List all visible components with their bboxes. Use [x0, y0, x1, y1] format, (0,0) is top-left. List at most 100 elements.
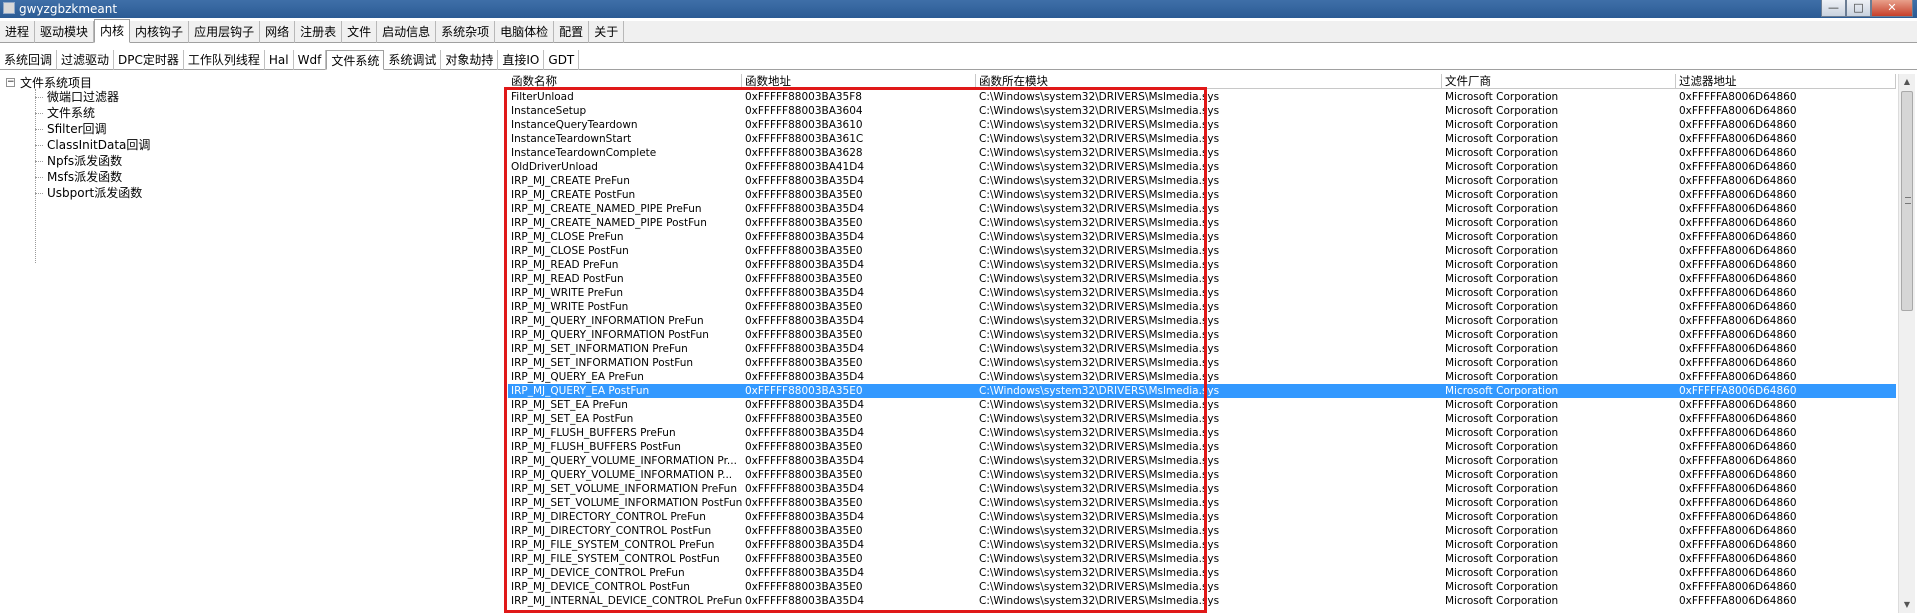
- table-cell: 0xFFFFFA8006D64860: [1679, 189, 1797, 201]
- table-row[interactable]: IRP_MJ_INTERNAL_DEVICE_CONTROL PreFun 0xF…: [508, 594, 1896, 608]
- column-header[interactable]: 函数名称: [508, 74, 742, 89]
- table-row[interactable]: IRP_MJ_DEVICE_CONTROL PostFun 0xFFFFF8800…: [508, 580, 1896, 594]
- table-row[interactable]: InstanceSetup 0xFFFFF88003BA3604 C:\Window…: [508, 104, 1896, 118]
- tree-expander-icon[interactable]: −: [6, 77, 15, 87]
- minimize-icon[interactable]: —: [1821, 0, 1846, 17]
- column-header[interactable]: 函数所在模块: [976, 74, 1442, 89]
- table-row[interactable]: IRP_MJ_DEVICE_CONTROL PreFun 0xFFFFF88003…: [508, 566, 1896, 580]
- tree-item[interactable]: Npfs派发函数: [35, 153, 122, 169]
- table-row[interactable]: IRP_MJ_FLUSH_BUFFERS PreFun 0xFFFFF88003B…: [508, 426, 1896, 440]
- table-row[interactable]: OldDriverUnload 0xFFFFF88003BA41D4 C:\Wind…: [508, 160, 1896, 174]
- sub-tab[interactable]: 文件系统: [326, 50, 385, 70]
- table-cell: IRP_MJ_SET_INFORMATION PreFun: [511, 343, 688, 355]
- tree-item[interactable]: Msfs派发函数: [35, 169, 122, 185]
- table-row[interactable]: IRP_MJ_FILE_SYSTEM_CONTROL PreFun 0xFFFFF…: [508, 538, 1896, 552]
- table-row[interactable]: IRP_MJ_QUERY_INFORMATION PostFun 0xFFFFF8…: [508, 328, 1896, 342]
- tree-item[interactable]: ClassInitData回调: [35, 137, 150, 153]
- table-cell: 0xFFFFF88003BA35D4: [745, 203, 865, 215]
- sub-tab[interactable]: GDT: [544, 50, 580, 70]
- close-icon[interactable]: ✕: [1871, 0, 1913, 17]
- table-cell: Microsoft Corporation: [1445, 175, 1559, 187]
- main-tab[interactable]: 应用层钩子: [189, 21, 261, 43]
- table-row[interactable]: IRP_MJ_SET_VOLUME_INFORMATION PreFun 0xFF…: [508, 482, 1896, 496]
- tree-root[interactable]: − 文件系统项目: [6, 75, 92, 90]
- main-tab[interactable]: 启动信息: [377, 21, 437, 43]
- sub-tab[interactable]: 工作队列线程: [184, 50, 265, 70]
- scrollbar-thumb[interactable]: [1901, 91, 1913, 311]
- table-cell: 0xFFFFF88003BA35D4: [745, 175, 865, 187]
- table-row[interactable]: IRP_MJ_WRITE PostFun 0xFFFFF88003BA35E0 C:…: [508, 300, 1896, 314]
- table-row[interactable]: IRP_MJ_SET_EA PostFun 0xFFFFF88003BA35E0 C…: [508, 412, 1896, 426]
- table-row[interactable]: IRP_MJ_FILE_SYSTEM_CONTROL PostFun 0xFFFF…: [508, 552, 1896, 566]
- main-tab[interactable]: 配置: [554, 21, 590, 43]
- table-cell: IRP_MJ_DIRECTORY_CONTROL PostFun: [511, 525, 712, 537]
- table-row[interactable]: IRP_MJ_SET_INFORMATION PostFun 0xFFFFF880…: [508, 356, 1896, 370]
- table-row[interactable]: IRP_MJ_CREATE PreFun 0xFFFFF88003BA35D4 C:…: [508, 174, 1896, 188]
- tree-item[interactable]: Sfilter回调: [35, 121, 107, 137]
- sub-tab[interactable]: Hal: [265, 50, 294, 70]
- table-row[interactable]: IRP_MJ_DIRECTORY_CONTROL PreFun 0xFFFFF88…: [508, 510, 1896, 524]
- tree-item[interactable]: 文件系统: [35, 105, 95, 121]
- table-cell: 0xFFFFFA8006D64860: [1679, 455, 1797, 467]
- table-cell: Microsoft Corporation: [1445, 539, 1559, 551]
- table-row[interactable]: IRP_MJ_CREATE PostFun 0xFFFFF88003BA35E0 C…: [508, 188, 1896, 202]
- table-row[interactable]: IRP_MJ_CLOSE PreFun 0xFFFFF88003BA35D4 C:\…: [508, 230, 1896, 244]
- column-header[interactable]: 文件厂商: [1442, 74, 1676, 89]
- window-controls: — □ ✕: [1821, 0, 1913, 17]
- table-row[interactable]: IRP_MJ_QUERY_EA PostFun 0xFFFFF88003BA35E…: [508, 384, 1896, 398]
- sub-tab[interactable]: Wdf: [294, 50, 327, 70]
- app-icon: [3, 2, 15, 14]
- table-cell: Microsoft Corporation: [1445, 329, 1559, 341]
- tree-item-label: ClassInitData回调: [47, 138, 151, 152]
- table-row[interactable]: IRP_MJ_DIRECTORY_CONTROL PostFun 0xFFFFF8…: [508, 524, 1896, 538]
- main-tab[interactable]: 进程: [0, 21, 36, 43]
- main-tab[interactable]: 文件: [342, 21, 378, 43]
- column-header[interactable]: 函数地址: [742, 74, 976, 89]
- table-row[interactable]: InstanceTeardownStart 0xFFFFF88003BA361C C…: [508, 132, 1896, 146]
- sub-tab[interactable]: 过滤驱动: [57, 50, 115, 70]
- main-tab[interactable]: 内核: [94, 19, 131, 43]
- main-tab[interactable]: 系统杂项: [436, 21, 496, 43]
- table-row[interactable]: IRP_MJ_FLUSH_BUFFERS PostFun 0xFFFFF88003…: [508, 440, 1896, 454]
- scroll-down-icon[interactable]: ▼: [1899, 597, 1915, 613]
- sub-tab[interactable]: DPC定时器: [114, 50, 184, 70]
- main-tab[interactable]: 内核钩子: [130, 21, 190, 43]
- table-cell: IRP_MJ_READ PostFun: [511, 273, 624, 285]
- sub-tab[interactable]: 系统调试: [384, 50, 442, 70]
- table-row[interactable]: IRP_MJ_QUERY_VOLUME_INFORMATION Pr... 0xF…: [508, 454, 1896, 468]
- maximize-icon[interactable]: □: [1846, 0, 1871, 17]
- table-cell: C:\Windows\system32\DRIVERS\Mslmedia.sys: [979, 497, 1220, 509]
- table-cell: IRP_MJ_DEVICE_CONTROL PreFun: [511, 567, 685, 579]
- main-tab[interactable]: 关于: [589, 21, 625, 43]
- table-row[interactable]: IRP_MJ_QUERY_EA PreFun 0xFFFFF88003BA35D4…: [508, 370, 1896, 384]
- table-row[interactable]: IRP_MJ_SET_EA PreFun 0xFFFFF88003BA35D4 C:…: [508, 398, 1896, 412]
- table-row[interactable]: IRP_MJ_QUERY_INFORMATION PreFun 0xFFFFF88…: [508, 314, 1896, 328]
- table-row[interactable]: IRP_MJ_SET_INFORMATION PreFun 0xFFFFF8800…: [508, 342, 1896, 356]
- table-cell: C:\Windows\system32\DRIVERS\Mslmedia.sys: [979, 133, 1220, 145]
- table-row[interactable]: InstanceQueryTeardown 0xFFFFF88003BA3610 C…: [508, 118, 1896, 132]
- table-row[interactable]: IRP_MJ_CREATE_NAMED_PIPE PostFun 0xFFFFF8…: [508, 216, 1896, 230]
- table-row[interactable]: InstanceTeardownComplete 0xFFFFF88003BA36…: [508, 146, 1896, 160]
- table-row[interactable]: IRP_MJ_CREATE_NAMED_PIPE PreFun 0xFFFFF88…: [508, 202, 1896, 216]
- main-tab[interactable]: 网络: [260, 21, 296, 43]
- table-row[interactable]: IRP_MJ_QUERY_VOLUME_INFORMATION P... 0xFF…: [508, 468, 1896, 482]
- main-tab[interactable]: 驱动模块: [35, 21, 95, 43]
- table-row[interactable]: IRP_MJ_CLOSE PostFun 0xFFFFF88003BA35E0 C:…: [508, 244, 1896, 258]
- table-cell: 0xFFFFF88003BA35F8: [745, 91, 862, 103]
- main-tab[interactable]: 电脑体检: [495, 21, 555, 43]
- table-row[interactable]: IRP_MJ_WRITE PreFun 0xFFFFF88003BA35D4 C:\…: [508, 286, 1896, 300]
- sub-tab[interactable]: 对象劫持: [441, 50, 499, 70]
- tree-item[interactable]: 微端口过滤器: [35, 89, 119, 105]
- table-row[interactable]: IRP_MJ_READ PostFun 0xFFFFF88003BA35E0 C:\…: [508, 272, 1896, 286]
- sub-tab[interactable]: 直接IO: [498, 50, 545, 70]
- column-header[interactable]: 过滤器地址: [1676, 74, 1896, 89]
- scroll-up-icon[interactable]: ▲: [1899, 74, 1915, 90]
- table-row[interactable]: IRP_MJ_SET_VOLUME_INFORMATION PostFun 0xF…: [508, 496, 1896, 510]
- table-cell: 0xFFFFFA8006D64860: [1679, 329, 1797, 341]
- sub-tab[interactable]: 系统回调: [0, 50, 58, 70]
- main-tab[interactable]: 注册表: [295, 21, 343, 43]
- table-row[interactable]: FilterUnload 0xFFFFF88003BA35F8 C:\Windows…: [508, 90, 1896, 104]
- table-row[interactable]: IRP_MJ_READ PreFun 0xFFFFF88003BA35D4 C:\W…: [508, 258, 1896, 272]
- tree-item[interactable]: Usbport派发函数: [35, 185, 142, 201]
- vertical-scrollbar[interactable]: ▲ ▼: [1898, 74, 1915, 613]
